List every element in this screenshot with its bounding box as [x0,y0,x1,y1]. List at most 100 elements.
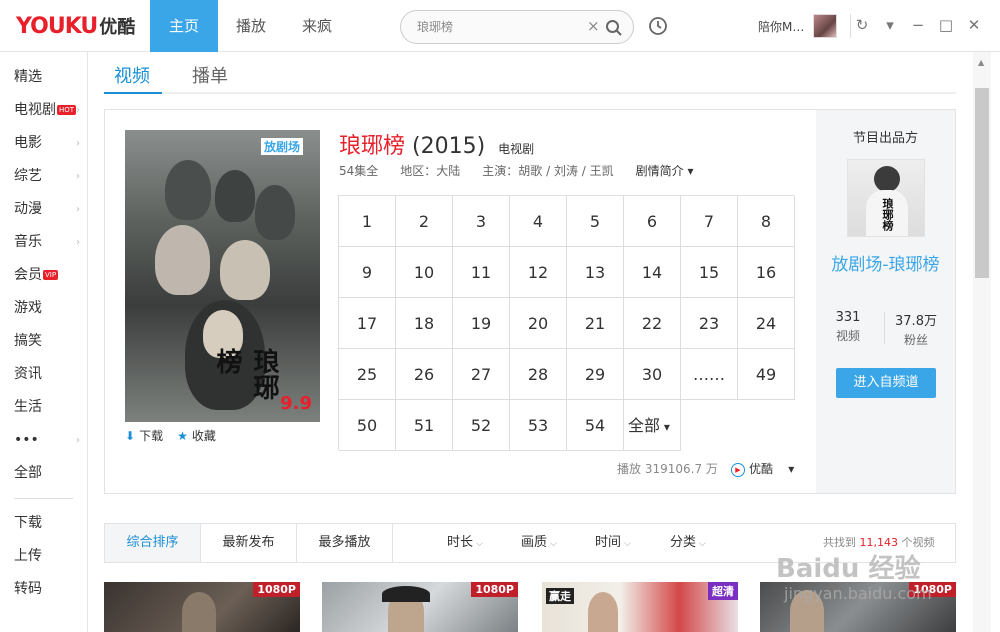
sidebar-item-anime[interactable]: 动漫 › [0,193,87,226]
channel-image[interactable]: 琅琊榜 [847,159,925,237]
download-button[interactable]: ⬇ 下载 [125,427,163,444]
sidebar-item-upload[interactable]: 上传 [0,540,87,573]
history-icon[interactable] [648,16,668,36]
episode-button[interactable]: 8 [738,196,795,247]
episode-button[interactable]: 4 [510,196,567,247]
episode-button[interactable]: 23 [681,298,738,349]
sidebar-item-life[interactable]: 生活 [0,391,87,424]
episode-button[interactable]: 13 [567,247,624,298]
sidebar-item-featured[interactable]: 精选 [0,61,87,94]
sidebar-item-label: 会员 [14,267,42,283]
episode-button[interactable]: 18 [396,298,453,349]
sidebar-item-label: 动漫 [14,201,42,217]
episode-button[interactable]: 11 [453,247,510,298]
show-name[interactable]: 琅琊榜 [339,134,405,159]
tab-videos[interactable]: 视频 [114,62,150,88]
video-thumbnail[interactable]: 1080P [322,582,518,632]
episode-button[interactable]: 28 [510,349,567,400]
minimize-icon[interactable]: − [908,14,928,36]
episode-button[interactable]: 30 [624,349,681,400]
filter-duration[interactable]: 时长 ⌵ [447,524,483,562]
episode-button[interactable]: 7 [681,196,738,247]
sidebar-item-tv[interactable]: 电视剧 HOT › [0,94,87,127]
nav-laifeng[interactable]: 来疯 [284,0,350,52]
youku-logo[interactable]: YOUKU 优酷 [16,13,135,39]
sidebar-item-transcode[interactable]: 转码 [0,573,87,606]
sidebar-item-vip[interactable]: 会员 VIP [0,259,87,292]
episode-button[interactable]: 3 [453,196,510,247]
quality-tag: 超清 [708,582,738,600]
sidebar-item-more[interactable]: ••• › [0,424,87,457]
episode-button[interactable]: 53 [510,400,567,451]
search-input[interactable] [417,19,577,33]
refresh-icon[interactable]: ↻ [852,14,872,36]
sidebar-item-variety[interactable]: 综艺 › [0,160,87,193]
episode-button[interactable]: 19 [453,298,510,349]
episode-button[interactable]: 25 [339,349,396,400]
videos-count: 331 [835,310,861,325]
sort-most-played[interactable]: 最多播放 [297,524,393,562]
sidebar-item-games[interactable]: 游戏 [0,292,87,325]
clear-icon[interactable]: × [587,17,600,35]
scrollbar-thumb[interactable] [975,88,989,278]
scroll-up-icon[interactable]: ▲ [978,58,984,67]
episode-button[interactable]: 16 [738,247,795,298]
username[interactable]: 陪你M… [758,18,804,35]
episode-button[interactable]: 10 [396,247,453,298]
show-poster[interactable]: 放剧场 琅琊榜 9.9 [125,130,320,422]
all-episodes-dropdown[interactable]: 全部 ▾ [624,400,681,451]
episode-button[interactable]: 22 [624,298,681,349]
poster-actions: ⬇ 下载 ★ 收藏 [125,427,216,444]
episode-button[interactable]: 50 [339,400,396,451]
episode-button[interactable]: 29 [567,349,624,400]
episode-button[interactable]: 27 [453,349,510,400]
sidebar-item-all[interactable]: 全部 [0,457,87,490]
episode-button[interactable]: 15 [681,247,738,298]
sidebar-item-movie[interactable]: 电影 › [0,127,87,160]
sidebar-item-label: 音乐 [14,234,42,250]
episode-button[interactable]: 26 [396,349,453,400]
episode-button[interactable]: 5 [567,196,624,247]
episode-button[interactable]: 1 [339,196,396,247]
favorite-button[interactable]: ★ 收藏 [177,427,216,444]
episode-button[interactable]: 52 [453,400,510,451]
show-card: 放剧场 琅琊榜 9.9 ⬇ 下载 ★ 收藏 琅琊榜 (2015) 电视剧 54集全 … [104,109,956,494]
filter-time[interactable]: 时间 ⌵ [595,524,631,562]
episode-button[interactable]: 2 [396,196,453,247]
sort-overall[interactable]: 综合排序 [105,524,201,562]
episode-button[interactable]: 6 [624,196,681,247]
sidebar-item-news[interactable]: 资讯 [0,358,87,391]
nav-play[interactable]: 播放 [218,0,284,52]
maximize-icon[interactable]: □ [936,14,956,36]
filter-category[interactable]: 分类 ⌵ [670,524,706,562]
episode-button[interactable]: 51 [396,400,453,451]
channel-name[interactable]: 放剧场-琅琊榜 [824,254,947,276]
synopsis-toggle[interactable]: 剧情简介 ▾ [636,162,694,179]
search-icon[interactable] [605,19,623,37]
episode-button[interactable]: 12 [510,247,567,298]
source-selector[interactable]: ▶ 优酷 ▾ [731,460,794,477]
sidebar-item-funny[interactable]: 搞笑 [0,325,87,358]
episode-button[interactable]: 14 [624,247,681,298]
episode-button[interactable]: 21 [567,298,624,349]
tab-playlists[interactable]: 播单 [192,62,228,88]
video-thumbnail[interactable]: 1080P [104,582,300,632]
sidebar-item-music[interactable]: 音乐 › [0,226,87,259]
episode-button[interactable]: 24 [738,298,795,349]
nav-home[interactable]: 主页 [150,0,218,52]
episode-button[interactable]: 49 [738,349,795,400]
episodes-ellipsis[interactable]: …… [681,349,738,400]
episode-button[interactable]: 20 [510,298,567,349]
sort-newest[interactable]: 最新发布 [201,524,297,562]
video-thumbnail[interactable]: 赢走 超清 [542,582,738,632]
filter-quality[interactable]: 画质 ⌵ [521,524,557,562]
episode-button[interactable]: 54 [567,400,624,451]
episode-button[interactable]: 17 [339,298,396,349]
enter-channel-button[interactable]: 进入自频道 [836,368,936,398]
close-icon[interactable]: ✕ [964,14,984,36]
episode-button[interactable]: 9 [339,247,396,298]
avatar[interactable] [813,14,837,38]
vertical-scrollbar[interactable]: ▲ [973,52,991,632]
dropdown-menu-icon[interactable]: ▾ [880,14,900,36]
sidebar-item-download[interactable]: 下载 [0,507,87,540]
